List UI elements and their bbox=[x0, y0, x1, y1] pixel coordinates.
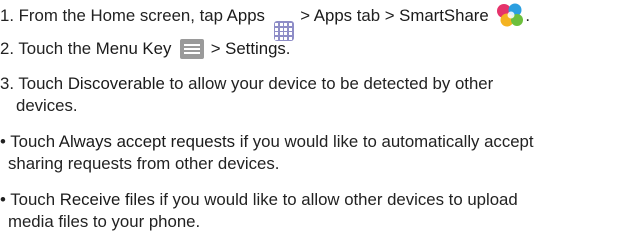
bullet-1-line-2: sharing requests from other devices. bbox=[8, 154, 280, 173]
step-3-continued: devices. bbox=[16, 95, 78, 117]
bullet-2-continued: media files to your phone. bbox=[8, 211, 200, 233]
step-1-text: From the Home screen, tap bbox=[18, 6, 227, 25]
menu-key-label: Menu Key bbox=[95, 39, 172, 58]
bullet-2-text: Touch bbox=[10, 190, 60, 209]
step-1-text-b: tab > bbox=[352, 6, 400, 25]
bullet-marker: • bbox=[0, 190, 6, 209]
step-2-text: Touch the bbox=[18, 39, 96, 58]
step-3: 3. Touch Discoverable to allow your devi… bbox=[0, 73, 493, 95]
separator: > bbox=[206, 39, 226, 58]
step-2: 2. Touch the Menu Key > Settings. bbox=[0, 38, 290, 60]
apps-label: Apps bbox=[226, 6, 265, 25]
receive-files-label: Receive files bbox=[59, 190, 155, 209]
bullet-2-text-b: if you would like to allow other devices… bbox=[154, 190, 518, 209]
separator: > bbox=[295, 6, 314, 25]
step-1-number: 1. bbox=[0, 6, 14, 25]
step-1-period: . bbox=[525, 6, 531, 25]
bullet-2-line-2: media files to your phone. bbox=[8, 212, 201, 231]
bullet-1: • Touch Always accept requests if you wo… bbox=[0, 131, 534, 153]
step-3-text-b: to allow your device to be detected by o… bbox=[164, 74, 494, 93]
step-3-text: Touch bbox=[18, 74, 68, 93]
bullet-marker: • bbox=[0, 132, 6, 151]
settings-label: Settings bbox=[225, 39, 286, 58]
always-accept-label: Always accept requests bbox=[58, 132, 236, 151]
step-1: 1. From the Home screen, tap Apps > Apps… bbox=[0, 3, 531, 42]
bullet-1-continued: sharing requests from other devices. bbox=[8, 153, 279, 175]
apps-tab-label: Apps bbox=[313, 6, 353, 25]
step-2-period: . bbox=[285, 39, 291, 58]
step-2-number: 2. bbox=[0, 39, 14, 58]
bullet-1-text-b: if you would like to automatically accep… bbox=[235, 132, 534, 151]
bullet-1-text: Touch bbox=[10, 132, 59, 151]
step-3-number: 3. bbox=[0, 74, 14, 93]
smartshare-label: SmartShare bbox=[399, 6, 489, 25]
step-3-line-2: devices. bbox=[16, 96, 78, 115]
menu-key-icon bbox=[180, 39, 205, 59]
bullet-2: • Touch Receive files if you would like … bbox=[0, 189, 518, 211]
discoverable-label: Discoverable bbox=[67, 74, 165, 93]
smartshare-icon bbox=[497, 3, 524, 27]
